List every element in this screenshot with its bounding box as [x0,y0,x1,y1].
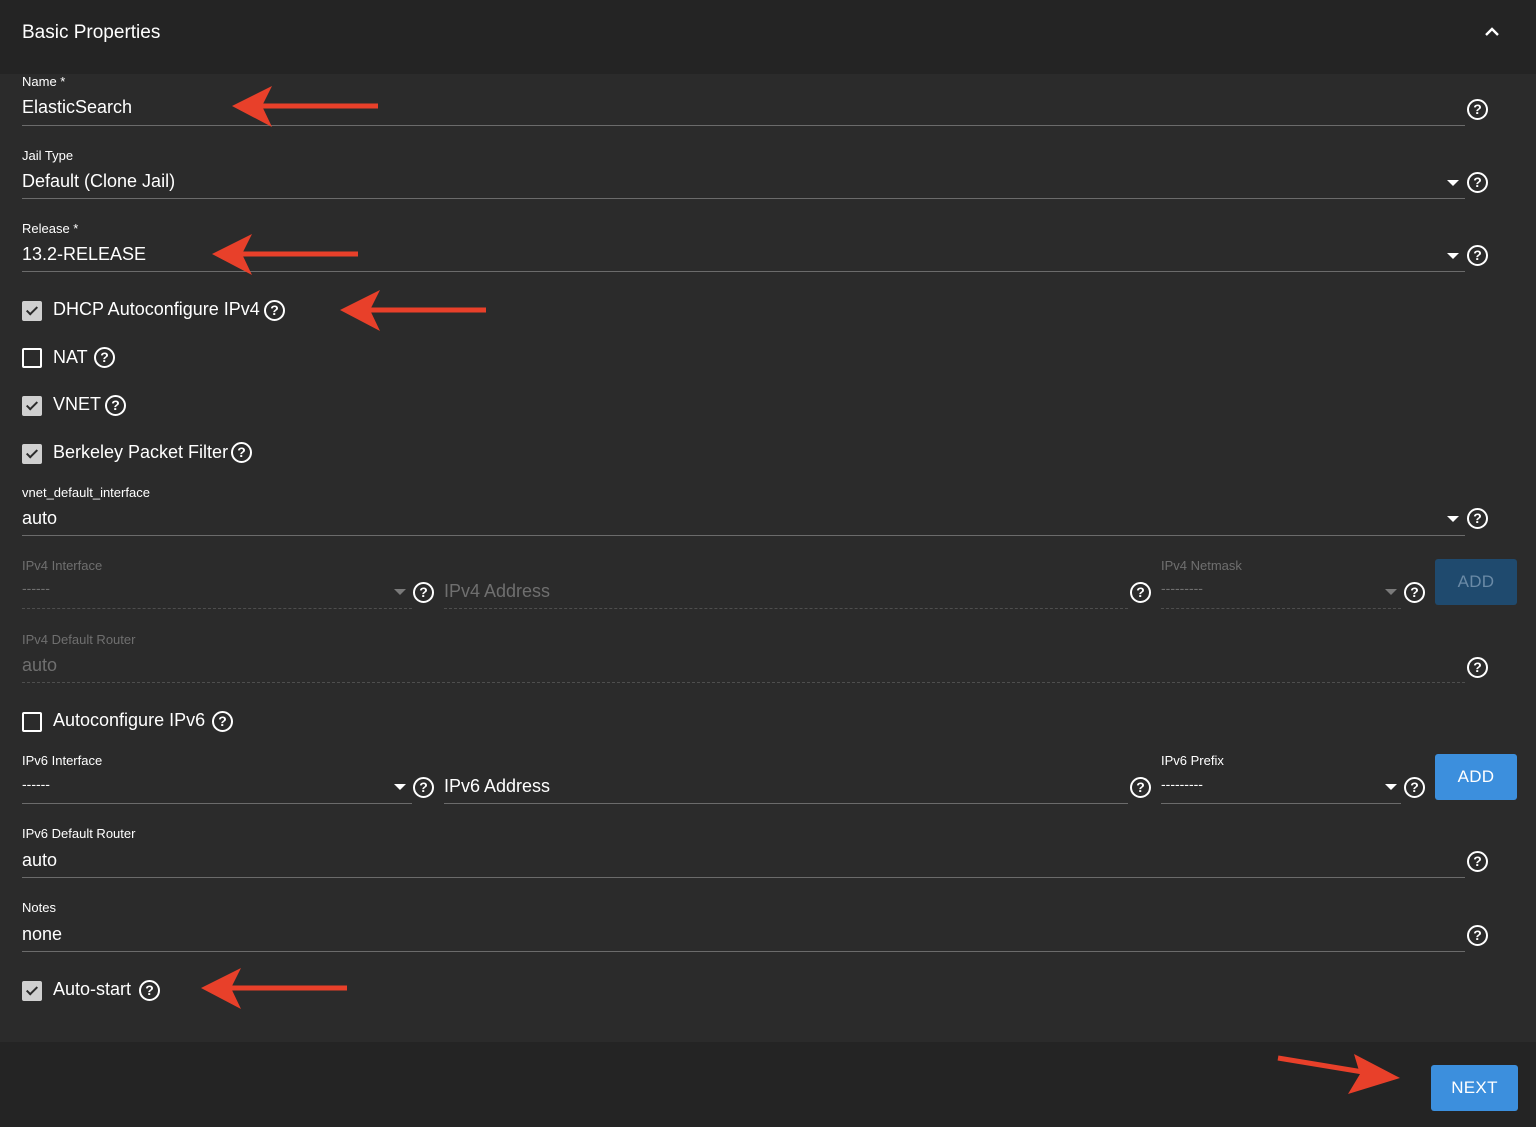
notes-input[interactable]: none [22,924,62,945]
ipv4-interface-value[interactable]: ------ [22,580,50,596]
help-icon[interactable]: ? [1467,851,1488,872]
autostart-label: Auto-start [53,979,132,999]
name-input[interactable]: ElasticSearch [22,97,132,118]
dhcp-label: DHCP Autoconfigure IPv4 [53,299,260,319]
ipv6-default-router-label: IPv6 Default Router [22,826,136,841]
ipv6-default-router-underline [22,877,1465,878]
help-icon[interactable]: ? [1130,777,1151,798]
help-icon[interactable]: ? [1467,508,1488,529]
ipv4-netmask-value[interactable]: --------- [1161,580,1203,596]
ipv6-prefix-label: IPv6 Prefix [1161,753,1224,768]
help-icon[interactable]: ? [413,777,434,798]
annotation-arrow-icon [212,234,358,275]
dropdown-arrow-icon[interactable] [1447,253,1459,259]
section-header[interactable]: Basic Properties [0,0,1536,74]
ipv6-address-underline [444,803,1128,804]
help-icon[interactable]: ? [1467,172,1488,193]
dropdown-arrow-icon[interactable] [1447,516,1459,522]
annotation-arrow-icon [340,290,486,331]
bpf-label: Berkeley Packet Filter [53,442,229,462]
annotation-arrow-icon [232,86,378,127]
chevron-up-icon[interactable] [1482,22,1502,42]
help-icon[interactable]: ? [1404,582,1425,603]
vnet-default-interface-label: vnet_default_interface [22,485,150,500]
ipv4-interface-label: IPv4 Interface [22,558,103,573]
bpf-checkbox[interactable] [22,444,42,464]
ipv4-address-input[interactable]: IPv4 Address [444,581,550,602]
vnet-label: VNET [53,394,102,414]
ipv4-interface-underline [22,608,412,609]
help-icon[interactable]: ? [1130,582,1151,603]
name-label: Name * [22,74,66,89]
ipv6-interface-underline [22,803,412,804]
help-icon[interactable]: ? [1467,657,1488,678]
vnet-default-interface-underline [22,535,1465,536]
ipv6-prefix-underline [1161,803,1401,804]
dropdown-arrow-icon[interactable] [394,589,406,595]
ipv6-interface-value[interactable]: ------ [22,776,50,792]
jail-type-label: Jail Type [22,148,74,163]
ipv6-interface-label: IPv6 Interface [22,753,103,768]
help-icon[interactable]: ? [231,442,252,463]
add-ipv4-button[interactable]: ADD [1435,559,1517,605]
help-icon[interactable]: ? [413,582,434,603]
ipv4-address-underline [444,608,1128,609]
help-icon[interactable]: ? [1467,245,1488,266]
help-icon[interactable]: ? [94,347,115,368]
dropdown-arrow-icon[interactable] [394,784,406,790]
ipv4-netmask-label: IPv4 Netmask [1161,558,1242,573]
dropdown-arrow-icon[interactable] [1385,784,1397,790]
ipv4-default-router-label: IPv4 Default Router [22,632,136,647]
vnet-checkbox[interactable] [22,396,42,416]
help-icon[interactable]: ? [139,980,160,1001]
jail-type-value[interactable]: Default (Clone Jail) [22,171,175,192]
help-icon[interactable]: ? [1404,777,1425,798]
autoconfigure-ipv6-label: Autoconfigure IPv6 [53,710,206,730]
nat-label: NAT [53,347,88,367]
help-icon[interactable]: ? [1467,925,1488,946]
add-ipv6-button[interactable]: ADD [1435,754,1517,800]
release-label: Release * [22,221,79,236]
section-title: Basic Properties [22,22,161,43]
ipv4-default-router-underline [22,682,1465,683]
dropdown-arrow-icon[interactable] [1447,180,1459,186]
nat-checkbox[interactable] [22,348,42,368]
dropdown-arrow-icon[interactable] [1385,589,1397,595]
autostart-checkbox[interactable] [22,981,42,1001]
help-icon[interactable]: ? [105,395,126,416]
next-button[interactable]: NEXT [1431,1065,1518,1111]
dhcp-checkbox[interactable] [22,301,42,321]
ipv6-prefix-value[interactable]: --------- [1161,776,1203,792]
ipv6-address-input[interactable]: IPv6 Address [444,776,550,797]
ipv4-netmask-underline [1161,608,1401,609]
annotation-arrow-icon [201,968,347,1009]
annotation-arrow-icon [1277,1054,1400,1094]
vnet-default-interface-value[interactable]: auto [22,508,57,529]
ipv6-default-router-input[interactable]: auto [22,850,57,871]
help-icon[interactable]: ? [1467,99,1488,120]
help-icon[interactable]: ? [264,300,285,321]
ipv4-default-router-input[interactable]: auto [22,655,57,676]
release-value[interactable]: 13.2-RELEASE [22,244,146,265]
help-icon[interactable]: ? [212,711,233,732]
notes-label: Notes [22,900,56,915]
jail-type-underline [22,198,1465,199]
autoconfigure-ipv6-checkbox[interactable] [22,712,42,732]
notes-underline [22,951,1465,952]
